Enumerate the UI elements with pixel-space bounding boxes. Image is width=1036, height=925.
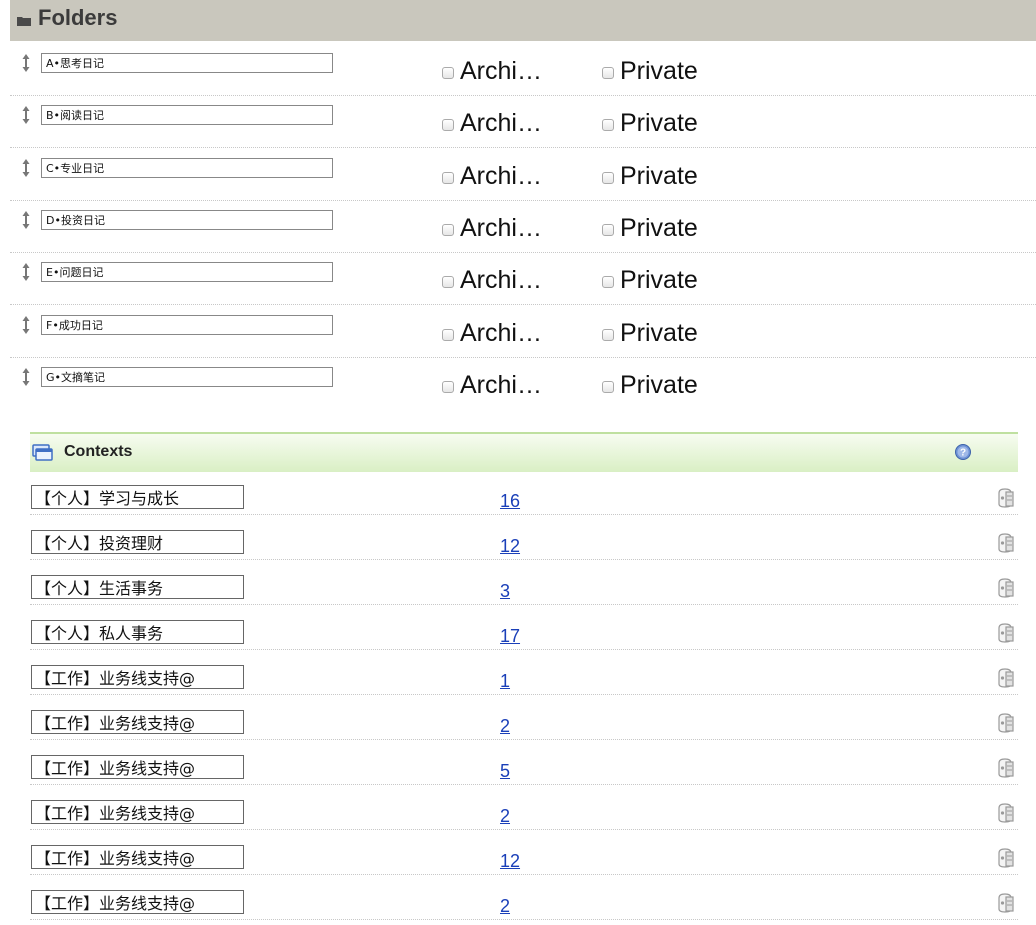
private-label: Private (620, 370, 698, 399)
private-checkbox[interactable] (602, 171, 614, 184)
folder-row: Archi… Private (10, 200, 1036, 253)
context-action-count-link[interactable]: 3 (500, 581, 510, 602)
archive-label: Archi… (460, 318, 542, 347)
context-row: 2 (30, 704, 1018, 740)
context-row: 17 (30, 614, 1018, 650)
archive-box-icon[interactable] (995, 892, 1015, 913)
context-name-field[interactable] (31, 890, 244, 914)
context-row: 2 (30, 794, 1018, 830)
private-checkbox[interactable] (602, 328, 614, 341)
context-row: 5 (30, 749, 1018, 785)
drag-handle-icon[interactable] (20, 53, 32, 73)
folders-title: Folders (38, 5, 118, 30)
archive-label: Archi… (460, 109, 542, 138)
drag-handle-icon[interactable] (20, 262, 32, 282)
folder-icon (17, 17, 31, 26)
folder-name-field[interactable] (41, 262, 333, 283)
drag-handle-icon[interactable] (20, 210, 32, 230)
private-label: Private (620, 57, 698, 85)
archive-box-icon[interactable] (995, 847, 1015, 868)
archive-checkbox[interactable] (442, 328, 454, 341)
context-action-count-link[interactable]: 2 (500, 716, 510, 737)
private-checkbox[interactable] (602, 223, 614, 236)
archive-box-icon[interactable] (995, 757, 1015, 778)
archive-label: Archi… (460, 213, 542, 242)
archive-checkbox[interactable] (442, 171, 454, 184)
contexts-header: Contexts ? (30, 432, 1018, 472)
context-row: 16 (30, 479, 1018, 515)
archive-box-icon[interactable] (995, 667, 1015, 688)
context-action-count-link[interactable]: 1 (500, 671, 510, 692)
folder-row: Archi… Private (10, 305, 1036, 358)
folder-row: Archi… Private (10, 148, 1036, 201)
context-name-field[interactable] (31, 575, 244, 599)
private-label: Private (620, 161, 698, 190)
archive-box-icon[interactable] (995, 802, 1015, 823)
context-row: 12 (30, 524, 1018, 560)
folder-list: Archi… Private Archi… Private Archi… (10, 43, 1036, 402)
context-name-field[interactable] (31, 800, 244, 824)
archive-label: Archi… (460, 370, 542, 399)
archive-label: Archi… (460, 266, 542, 295)
folders-header: Folders (10, 0, 1036, 41)
contexts-title: Contexts (64, 443, 133, 460)
private-checkbox[interactable] (602, 67, 614, 79)
archive-label: Archi… (460, 161, 542, 190)
archive-checkbox[interactable] (442, 119, 454, 132)
context-name-field[interactable] (31, 485, 244, 509)
context-action-count-link[interactable]: 2 (500, 896, 510, 917)
folder-name-field[interactable] (41, 157, 333, 178)
folder-name-field[interactable] (41, 53, 333, 73)
context-name-field[interactable] (31, 755, 244, 779)
drag-handle-icon[interactable] (20, 367, 32, 387)
context-row: 1 (30, 659, 1018, 695)
archive-box-icon[interactable] (995, 577, 1015, 598)
drag-handle-icon[interactable] (20, 315, 32, 335)
context-action-count-link[interactable]: 2 (500, 806, 510, 827)
context-row: 3 (30, 569, 1018, 605)
private-label: Private (620, 318, 698, 347)
archive-checkbox[interactable] (442, 380, 454, 393)
context-name-field[interactable] (31, 845, 244, 869)
archive-box-icon[interactable] (995, 487, 1015, 508)
context-name-field[interactable] (31, 620, 244, 644)
context-name-field[interactable] (31, 530, 244, 554)
private-checkbox[interactable] (602, 380, 614, 393)
help-icon[interactable]: ? (955, 444, 971, 460)
context-row: 12 (30, 839, 1018, 875)
folder-name-field[interactable] (41, 209, 333, 230)
folder-row: Archi… Private (10, 252, 1036, 306)
context-name-field[interactable] (31, 710, 244, 734)
archive-checkbox[interactable] (442, 67, 454, 79)
private-label: Private (620, 266, 698, 295)
folder-name-field[interactable] (41, 314, 333, 335)
context-action-count-link[interactable]: 17 (500, 626, 520, 647)
folder-name-field[interactable] (41, 366, 333, 387)
context-name-field[interactable] (31, 665, 244, 689)
private-checkbox[interactable] (602, 119, 614, 132)
context-action-count-link[interactable]: 12 (500, 851, 520, 872)
context-action-count-link[interactable]: 5 (500, 761, 510, 782)
private-label: Private (620, 109, 698, 138)
folder-row: Archi… Private (10, 43, 1036, 96)
context-action-count-link[interactable]: 12 (500, 536, 520, 557)
context-row: 2 (30, 884, 1018, 920)
drag-handle-icon[interactable] (20, 105, 32, 125)
archive-box-icon[interactable] (995, 622, 1015, 643)
folder-row: Archi… Private (10, 357, 1036, 402)
archive-box-icon[interactable] (995, 712, 1015, 733)
archive-box-icon[interactable] (995, 532, 1015, 553)
archive-label: Archi… (460, 57, 542, 85)
private-checkbox[interactable] (602, 276, 614, 289)
context-action-count-link[interactable]: 16 (500, 491, 520, 512)
archive-checkbox[interactable] (442, 276, 454, 289)
drag-handle-icon[interactable] (20, 158, 32, 178)
contexts-icon (32, 444, 53, 461)
private-label: Private (620, 213, 698, 242)
archive-checkbox[interactable] (442, 223, 454, 236)
svg-text:?: ? (960, 448, 966, 459)
folder-row: Archi… Private (10, 95, 1036, 149)
folder-name-field[interactable] (41, 105, 333, 126)
